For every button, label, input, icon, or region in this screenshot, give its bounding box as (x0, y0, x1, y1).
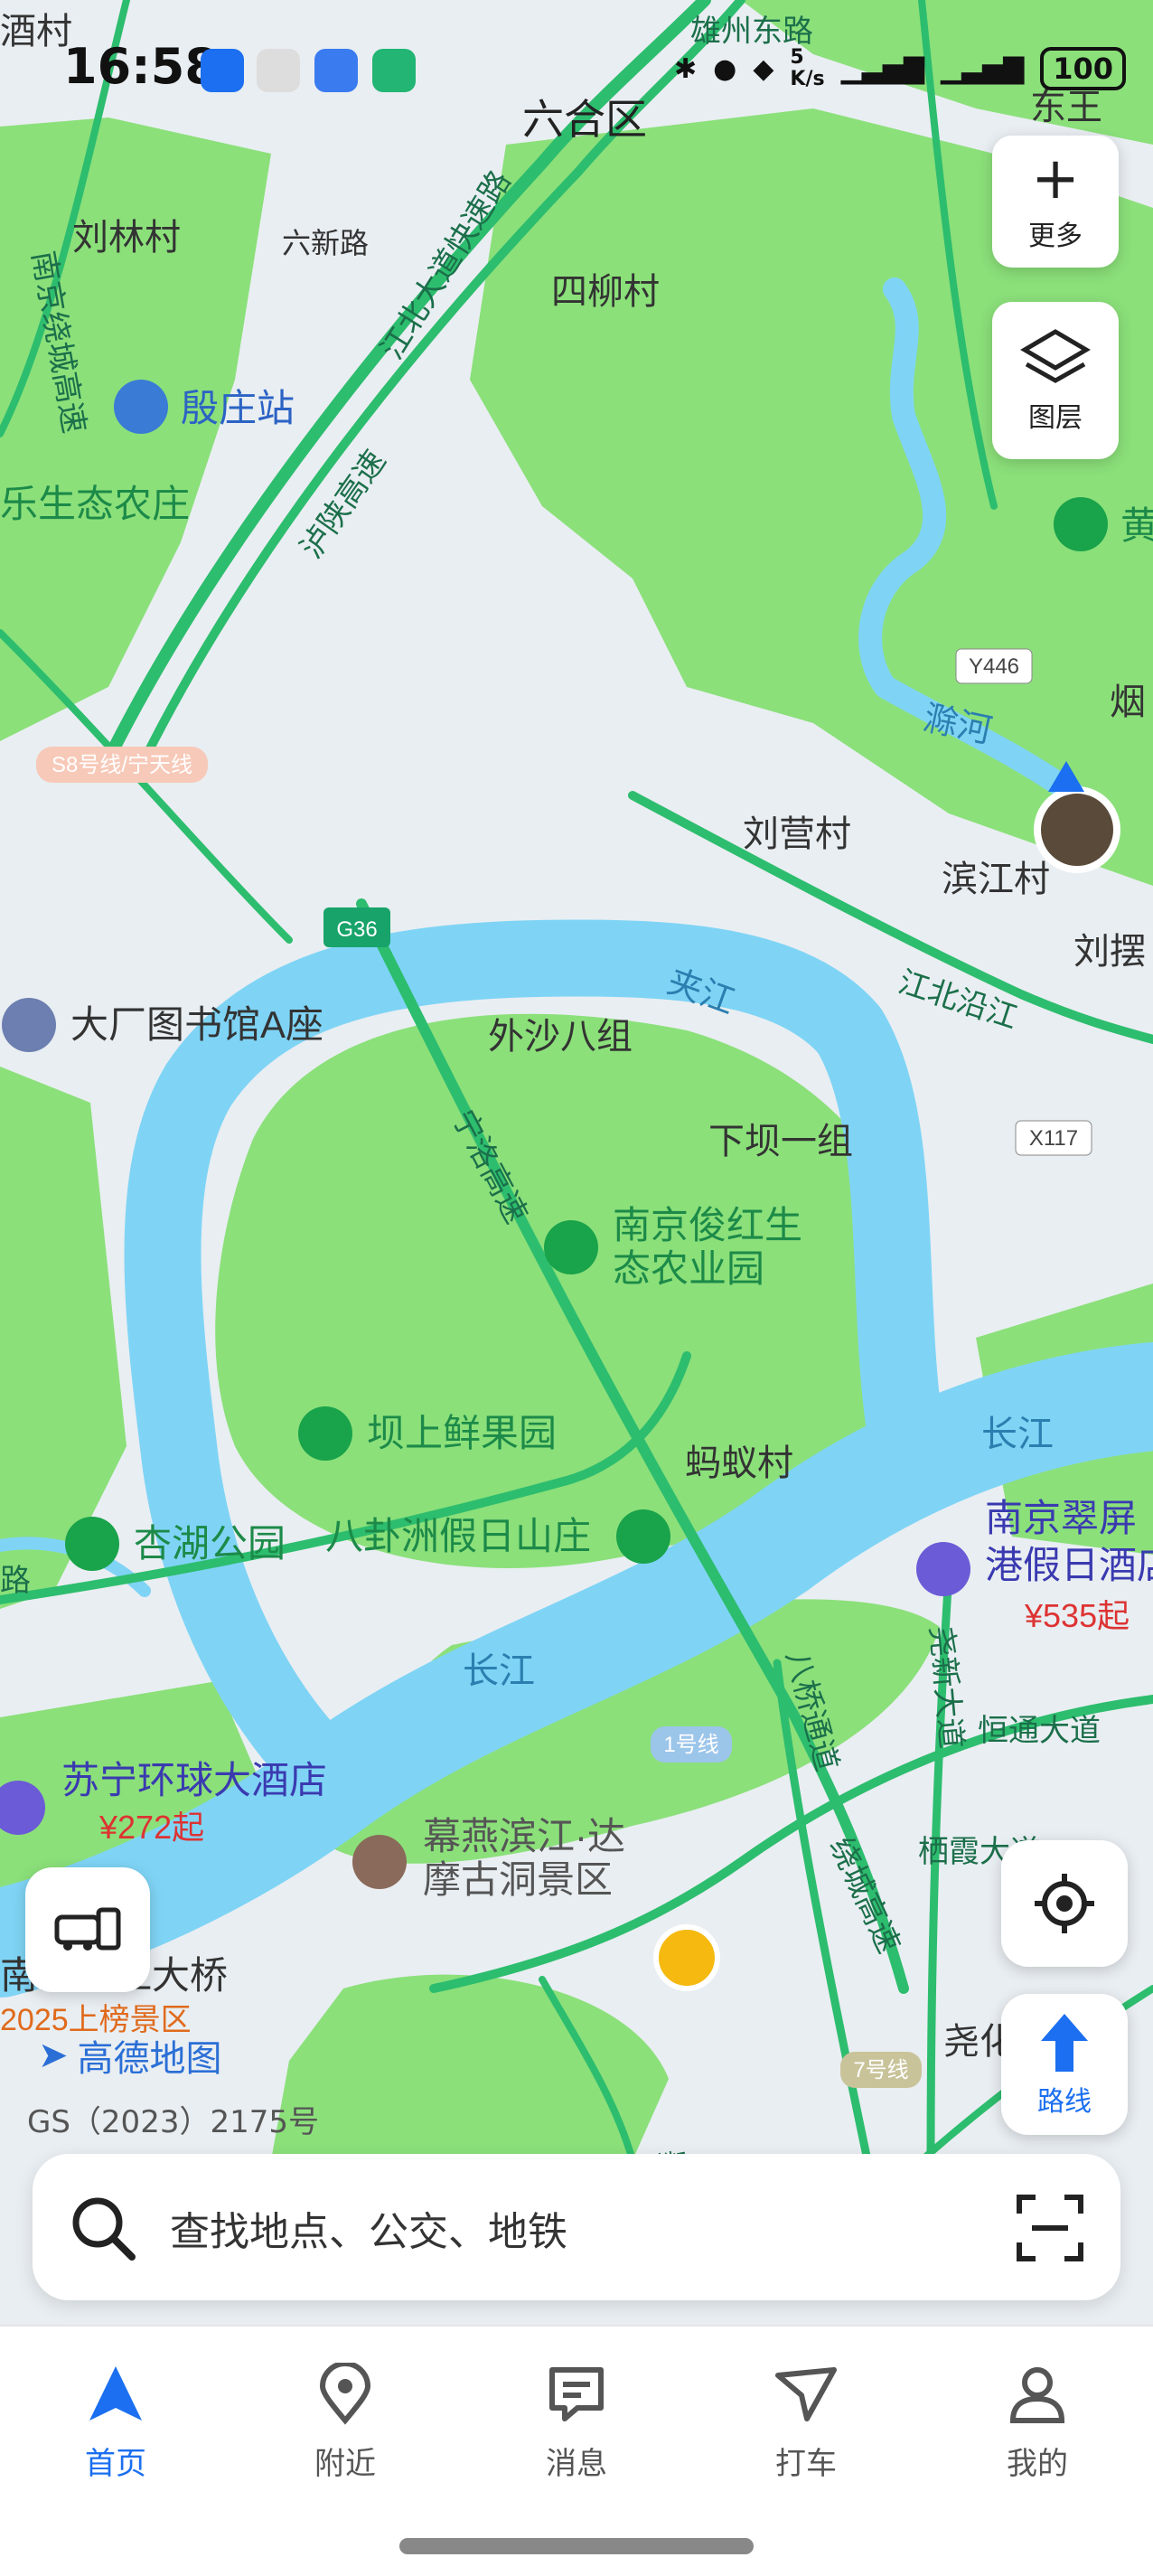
nav-home[interactable]: 首页 (43, 2363, 188, 2483)
transfer-app-icon (372, 49, 416, 92)
amap-logo: ➤ 高德地图 (38, 2029, 222, 2082)
scan-icon[interactable] (1016, 2194, 1084, 2262)
nav-label: 附近 (314, 2446, 376, 2482)
more-label: 更多 (1028, 221, 1083, 252)
farm-icon (544, 1220, 598, 1274)
nav-messages[interactable]: 消息 (504, 2363, 649, 2483)
logo-arrow-icon: ➤ (38, 2035, 69, 2076)
road-label: 六新路 (282, 227, 369, 259)
poi-label: 八卦洲假日山庄 (325, 1515, 591, 1557)
badge-s8: S8号线/宁天线 (52, 753, 192, 777)
home-indicator[interactable] (399, 2538, 754, 2554)
nav-label: 打车 (775, 2446, 837, 2482)
nav-label: 首页 (85, 2446, 146, 2482)
village-label: 烟 (1110, 682, 1146, 722)
village-label: 四柳村 (551, 272, 660, 312)
village-label: 滨江村 (942, 860, 1050, 899)
status-indicators: ✱ ● ◆ 5 K/s ▁▃▅▇ ▁▃▅▇ 100 (674, 47, 1126, 90)
car-phone-icon (54, 1907, 121, 1951)
water-label: 长江 (463, 1651, 535, 1691)
poi-label: 苏宁环球大酒店 (61, 1759, 327, 1801)
park-icon (65, 1517, 119, 1571)
layers-icon (1020, 329, 1091, 383)
plus-icon: + (1031, 146, 1080, 212)
search-bar[interactable]: 查找地点、公交、地铁 (33, 2154, 1120, 2300)
crosshair-icon (1035, 1874, 1094, 1933)
orchard-icon (298, 1406, 352, 1461)
locate-button[interactable] (1001, 1840, 1128, 1967)
water-label: 长江 (981, 1415, 1054, 1454)
poi-label: 大厂图书馆A座 (70, 1003, 323, 1046)
badge-g36: G36 (336, 917, 377, 942)
car-app-icon (201, 49, 244, 92)
message-app-icon (314, 49, 358, 92)
navigation-arrow-icon (89, 2366, 142, 2421)
more-button[interactable]: + 更多 (992, 136, 1119, 268)
user-icon (1009, 2367, 1065, 2423)
layers-button[interactable]: 图层 (992, 302, 1119, 459)
poi-label: 幕燕滨江·达 (423, 1815, 625, 1857)
logo-text: 高德地图 (77, 2038, 222, 2080)
route-arrow-icon (1041, 2014, 1088, 2072)
message-icon (549, 2367, 604, 2421)
status-bar: 16:58 ✱ ● ◆ 5 K/s ▁▃▅▇ ▁▃▅▇ 100 (0, 0, 1153, 118)
farm-icon (1054, 497, 1108, 551)
badge-x117: X117 (1029, 1126, 1078, 1151)
map-license-number: GS（2023）2175号 (27, 2104, 319, 2140)
bluetooth-icon: ✱ (674, 52, 698, 85)
signal-icon-2: ▁▃▅▇ (940, 52, 1025, 85)
village-label: 刘营村 (743, 814, 851, 854)
search-placeholder: 查找地点、公交、地铁 (170, 2209, 567, 2255)
scenic-icon (352, 1835, 407, 1889)
nav-nearby[interactable]: 附近 (273, 2361, 417, 2483)
battery-indicator: 100 (1040, 47, 1126, 90)
village-label: 外沙八组 (488, 1017, 633, 1057)
poi-label: 南京俊红生 (613, 1204, 802, 1246)
badge-line1: 1号线 (663, 1733, 718, 1757)
location-icon: ● (713, 52, 737, 85)
price-label: ¥535起 (1024, 1597, 1130, 1634)
nav-label: 我的 (1007, 2446, 1068, 2482)
village-label: 下坝一组 (708, 1122, 853, 1161)
location-pin-icon (319, 2361, 371, 2425)
road-label: 路 (0, 1564, 31, 1598)
route-label: 路线 (1037, 2086, 1092, 2118)
village-label: 刘林村 (72, 218, 181, 258)
poi-label: 坝上鲜果园 (367, 1412, 557, 1454)
resort-icon (616, 1509, 670, 1564)
station-icon (114, 380, 168, 434)
village-label: 蚂蚁村 (685, 1443, 793, 1483)
user-avatar-marker (1034, 786, 1120, 873)
layers-label: 图层 (1028, 402, 1083, 434)
poi-label: 态农业园 (613, 1247, 764, 1290)
status-time: 16:58 (63, 38, 219, 95)
poi-label: 乐生态农庄 (0, 483, 190, 525)
village-label: 刘摆 (1073, 932, 1146, 972)
car-mode-button[interactable] (25, 1867, 150, 1992)
mute-icon: ◆ (753, 52, 774, 85)
poi-label: 黄 (1120, 504, 1153, 547)
signal-icon: ▁▃▅▇ (840, 52, 924, 85)
badge-line7: 7号线 (853, 2058, 908, 2082)
nav-label: 消息 (546, 2446, 607, 2482)
nav-profile[interactable]: 我的 (965, 2363, 1110, 2483)
poi-label: 杏湖公园 (134, 1522, 286, 1565)
badge-y446: Y446 (969, 654, 1019, 679)
library-icon (2, 998, 56, 1052)
poi-label: 港假日酒店 (985, 1544, 1153, 1586)
road-label: 恒通大道 (978, 1714, 1101, 1748)
price-label: ¥272起 (98, 1809, 204, 1846)
route-button[interactable]: 路线 (1001, 1994, 1128, 2135)
search-icon (72, 2197, 136, 2261)
net-speed: 5 K/s (790, 46, 825, 90)
app-badge-icon (257, 49, 300, 92)
poi-label: 殷庄站 (181, 387, 295, 429)
traffic-event-icon (653, 1924, 720, 1991)
nav-taxi[interactable]: 打车 (734, 2363, 878, 2483)
poi-label: 南京翠屏 (985, 1497, 1137, 1539)
hotel-icon (916, 1542, 970, 1596)
poi-label: 摩古洞景区 (423, 1858, 613, 1901)
taxi-icon (775, 2367, 837, 2421)
